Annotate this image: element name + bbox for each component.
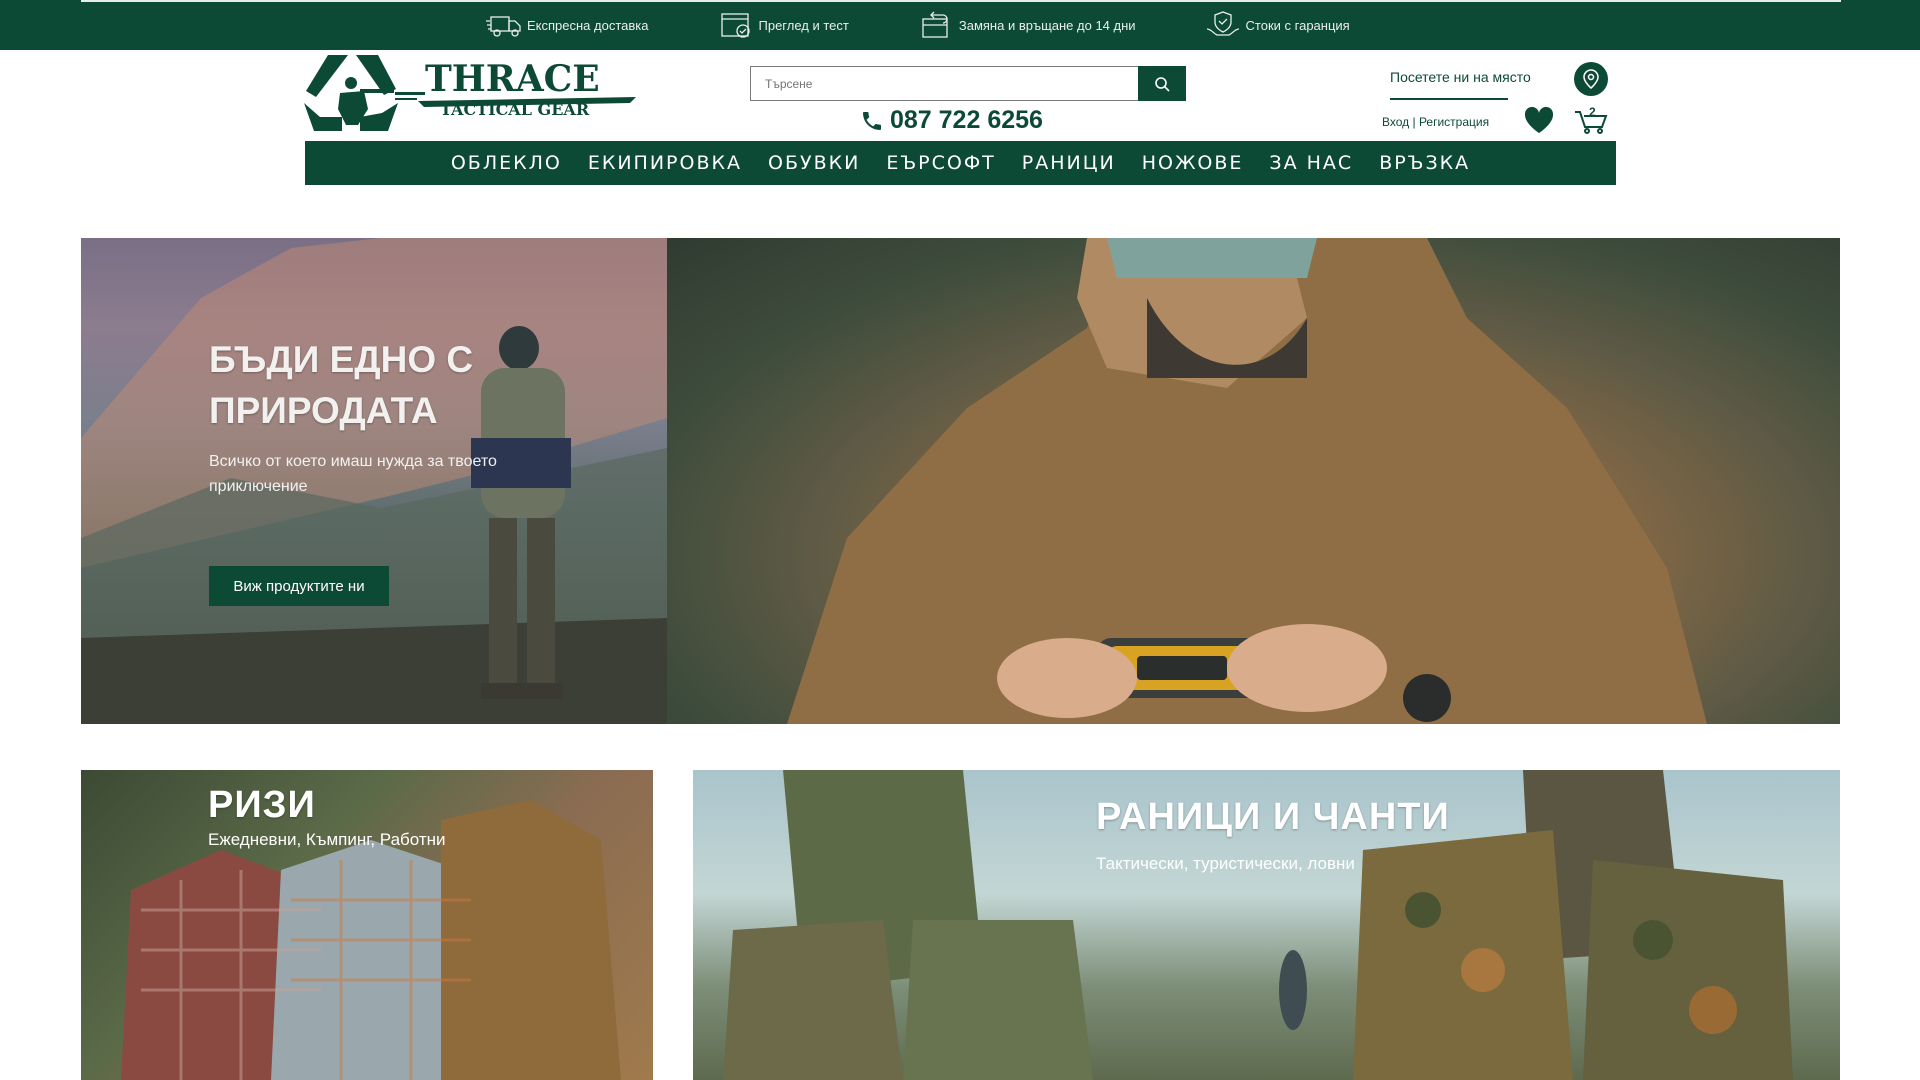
hero-image-jacket [667,238,1840,724]
shirts-subtitle: Ежедневни, Къмпинг, Работни [208,830,446,849]
phone-icon [863,111,881,130]
search-icon [1155,76,1170,92]
heart-icon [1524,106,1554,133]
shirts-illustration [121,800,621,1080]
perk-returns: Замяна и връщане до 14 дни [917,9,1136,41]
search-input[interactable] [750,66,1138,101]
category-tile-shirts[interactable]: РИЗИ Ежедневни, Къмпинг, Работни [81,770,653,1080]
top-divider [81,0,1841,2]
main-nav: ОБЛЕКЛО ЕКИПИРОВКА ОБУВКИ ЕЪРСОФТ РАНИЦИ… [305,141,1616,185]
nav-item-backpacks[interactable]: РАНИЦИ [1022,152,1116,174]
backpacks-subtitle: Тактически, туристически, ловни [1096,854,1355,873]
perk-label: Замяна и връщане до 14 дни [958,17,1136,33]
nav-item-clothing[interactable]: ОБЛЕКЛО [451,152,562,174]
perk-label: Експресна доставка [527,17,649,33]
nav-item-equipment[interactable]: ЕКИПИРОВКА [588,152,742,174]
return-box-icon [922,11,948,38]
phone-number[interactable]: 087 722 6256 [860,106,1043,135]
logo-subtitle: TACTICAL GEAR [440,100,590,119]
nav-item-knives[interactable]: НОЖОВЕ [1142,152,1244,174]
perk-label: Стоки с гаранция [1245,17,1350,33]
logo-emblem: THRACE TACTICAL GEAR [304,55,636,131]
shirts-title: РИЗИ [208,784,316,826]
top-info-bar: Експресна доставка Преглед и тест Замяна… [0,0,1920,50]
nav-item-airsoft[interactable]: ЕЪРСОФТ [886,152,995,174]
view-products-button[interactable]: Виж продуктите ни [209,566,389,606]
perk-warranty: Стоки с гаранция [1204,9,1350,41]
login-link[interactable]: Вход [1382,115,1409,129]
category-tile-backpacks[interactable]: РАНИЦИ И ЧАНТИ Тактически, туристически,… [693,770,1840,1080]
visit-underline [1390,98,1508,100]
cart-count-badge: 2 [1589,105,1596,119]
nav-item-contact[interactable]: ВРЪЗКА [1379,152,1470,174]
hero-image-hiker: БЪДИ ЕДНО С ПРИРОДАТА Всичко от което им… [81,238,667,724]
phone-text: 087 722 6256 [890,106,1043,134]
box-check-icon [720,13,750,38]
location-pin-icon [1583,69,1599,89]
backpacks-title: РАНИЦИ И ЧАНТИ [1096,796,1450,838]
logo-title: THRACE [425,58,600,100]
visit-us-link[interactable]: Посетете ни на място [1390,69,1531,85]
hero-subtitle: Всичко от което имаш нужда за твоето при… [209,453,497,495]
perk-delivery: Експресна доставка [485,9,649,41]
hero-title: БЪДИ ЕДНО С ПРИРОДАТА [209,339,474,431]
perks-list: Експресна доставка Преглед и тест Замяна… [485,9,1418,41]
location-button[interactable] [1574,62,1608,96]
perk-inspection: Преглед и тест [717,9,849,41]
nav-item-shoes[interactable]: ОБУВКИ [768,152,860,174]
auth-separator: | [1409,115,1419,129]
wishlist-button[interactable] [1524,106,1554,139]
warranty-hands-icon [1206,11,1239,36]
nav-item-about[interactable]: ЗА НАС [1269,152,1353,174]
site-logo[interactable]: THRACE TACTICAL GEAR [300,53,640,135]
auth-links: Вход | Регистрация [1382,115,1489,129]
hero-banner: БЪДИ ЕДНО С ПРИРОДАТА Всичко от което им… [81,238,1840,724]
truck-icon [486,16,521,37]
search-button[interactable] [1138,66,1186,101]
jacket-man-illustration [787,238,1707,724]
search-bar [750,66,1186,101]
perk-label: Преглед и тест [758,17,849,33]
register-link[interactable]: Регистрация [1419,115,1489,129]
